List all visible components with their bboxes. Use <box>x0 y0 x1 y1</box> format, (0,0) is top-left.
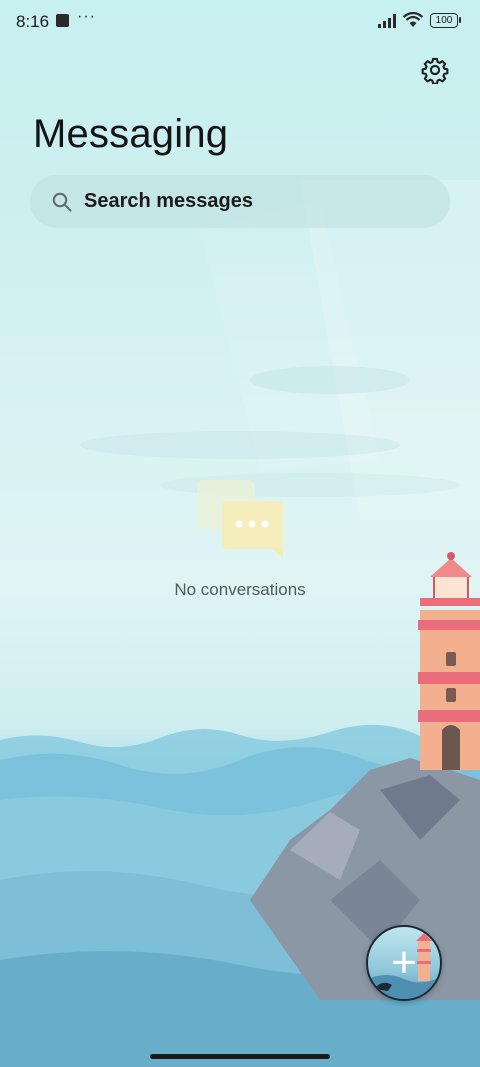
chat-bubbles-icon <box>197 480 283 558</box>
notification-square-icon <box>56 14 69 27</box>
gear-icon <box>421 57 449 84</box>
wifi-icon <box>403 12 423 27</box>
search-bar[interactable]: Search messages <box>30 175 450 228</box>
battery-icon: 100 <box>430 13 458 28</box>
page-title: Messaging <box>33 112 229 156</box>
empty-state-message: No conversations <box>174 580 306 599</box>
signal-icon <box>378 14 396 28</box>
search-icon <box>51 191 73 213</box>
battery-tip <box>459 17 461 23</box>
status-overflow: ··· <box>77 8 96 25</box>
status-time: 8:16 <box>16 12 50 31</box>
status-bar: 8:16 ··· 100 <box>0 0 480 44</box>
new-conversation-button[interactable]: + <box>366 925 442 1001</box>
search-placeholder: Search messages <box>84 190 254 212</box>
plus-icon: + <box>391 938 417 987</box>
home-indicator[interactable] <box>150 1054 330 1059</box>
empty-state: No conversations <box>0 478 480 618</box>
settings-button[interactable] <box>418 53 452 87</box>
